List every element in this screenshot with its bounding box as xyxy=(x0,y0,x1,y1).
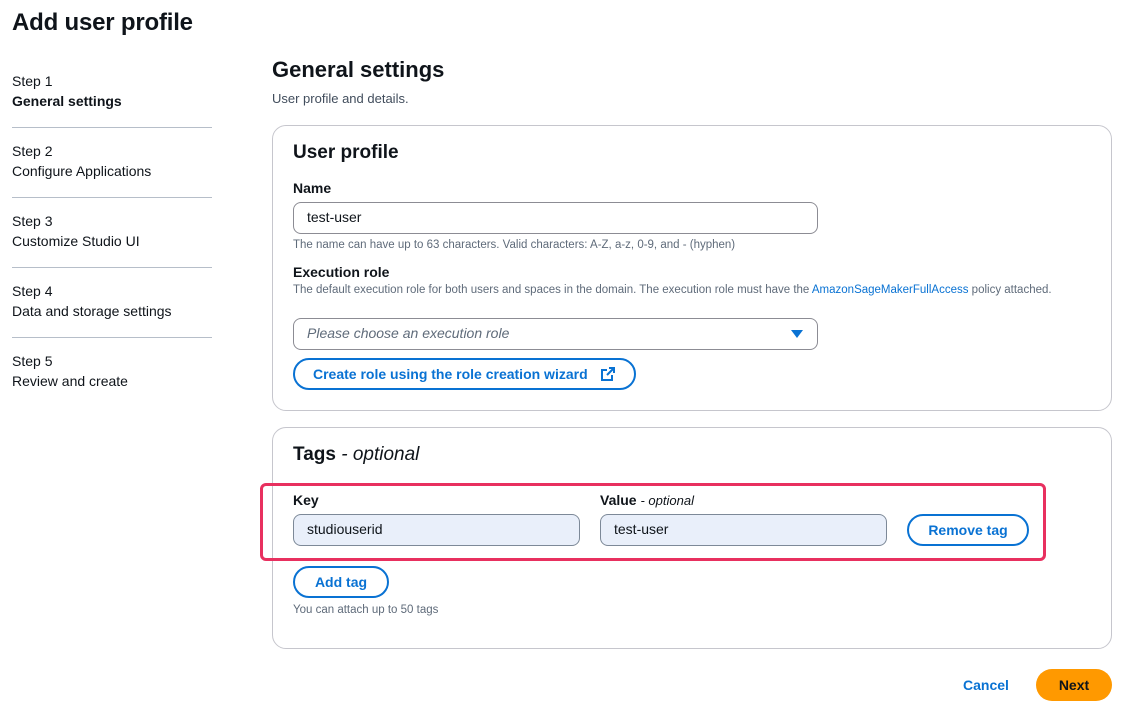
step-name: Configure Applications xyxy=(12,163,152,179)
main-content: General settings User profile and detail… xyxy=(272,56,1112,649)
name-field[interactable]: test-user xyxy=(293,202,818,234)
step-number: Step 3 xyxy=(12,213,53,229)
add-tag-button[interactable]: Add tag xyxy=(293,566,389,598)
step-number: Step 2 xyxy=(12,143,53,159)
step-name: Data and storage settings xyxy=(12,303,172,319)
step-number: Step 4 xyxy=(12,283,53,299)
tags-hint: You can attach up to 50 tags xyxy=(293,604,439,616)
execution-role-placeholder: Please choose an execution role xyxy=(307,325,510,341)
cancel-button[interactable]: Cancel xyxy=(963,677,1009,693)
tags-title: Tags - optional xyxy=(293,444,419,466)
caret-down-icon xyxy=(791,330,803,338)
name-label: Name xyxy=(293,180,332,196)
step-name: Review and create xyxy=(12,373,128,389)
role-hint-text: The default execution role for both user… xyxy=(293,284,812,296)
name-hint: The name can have up to 63 characters. V… xyxy=(293,239,736,251)
create-role-label: Create role using the role creation wiza… xyxy=(313,366,588,382)
next-button[interactable]: Next xyxy=(1036,669,1112,701)
step-5[interactable]: Step 5 Review and create xyxy=(12,352,212,407)
role-hint-text-end: policy attached. xyxy=(968,284,1052,296)
step-3[interactable]: Step 3 Customize Studio UI xyxy=(12,212,212,268)
step-4[interactable]: Step 4 Data and storage settings xyxy=(12,282,212,338)
user-profile-title: User profile xyxy=(293,142,399,163)
tags-optional: - optional xyxy=(341,444,420,465)
create-role-button[interactable]: Create role using the role creation wiza… xyxy=(293,358,636,390)
wizard-steps: Step 1 General settings Step 2 Configure… xyxy=(12,72,212,421)
step-2[interactable]: Step 2 Configure Applications xyxy=(12,142,212,198)
step-name: General settings xyxy=(12,93,122,109)
step-name: Customize Studio UI xyxy=(12,233,140,249)
tags-title-text: Tags xyxy=(293,444,336,465)
section-description: User profile and details. xyxy=(272,91,409,106)
page-title: Add user profile xyxy=(12,9,193,36)
execution-role-select[interactable]: Please choose an execution role xyxy=(293,318,818,350)
full-access-policy-link[interactable]: AmazonSageMakerFullAccess xyxy=(812,284,969,296)
step-1[interactable]: Step 1 General settings xyxy=(12,72,212,128)
execution-role-hint: The default execution role for both user… xyxy=(293,283,1073,298)
user-profile-card: User profile Name test-user The name can… xyxy=(272,125,1112,411)
step-number: Step 5 xyxy=(12,353,53,369)
execution-role-label: Execution role xyxy=(293,264,390,280)
section-title: General settings xyxy=(272,57,445,82)
step-number: Step 1 xyxy=(12,73,53,89)
highlight-annotation xyxy=(260,483,1046,561)
external-link-icon xyxy=(600,363,616,391)
